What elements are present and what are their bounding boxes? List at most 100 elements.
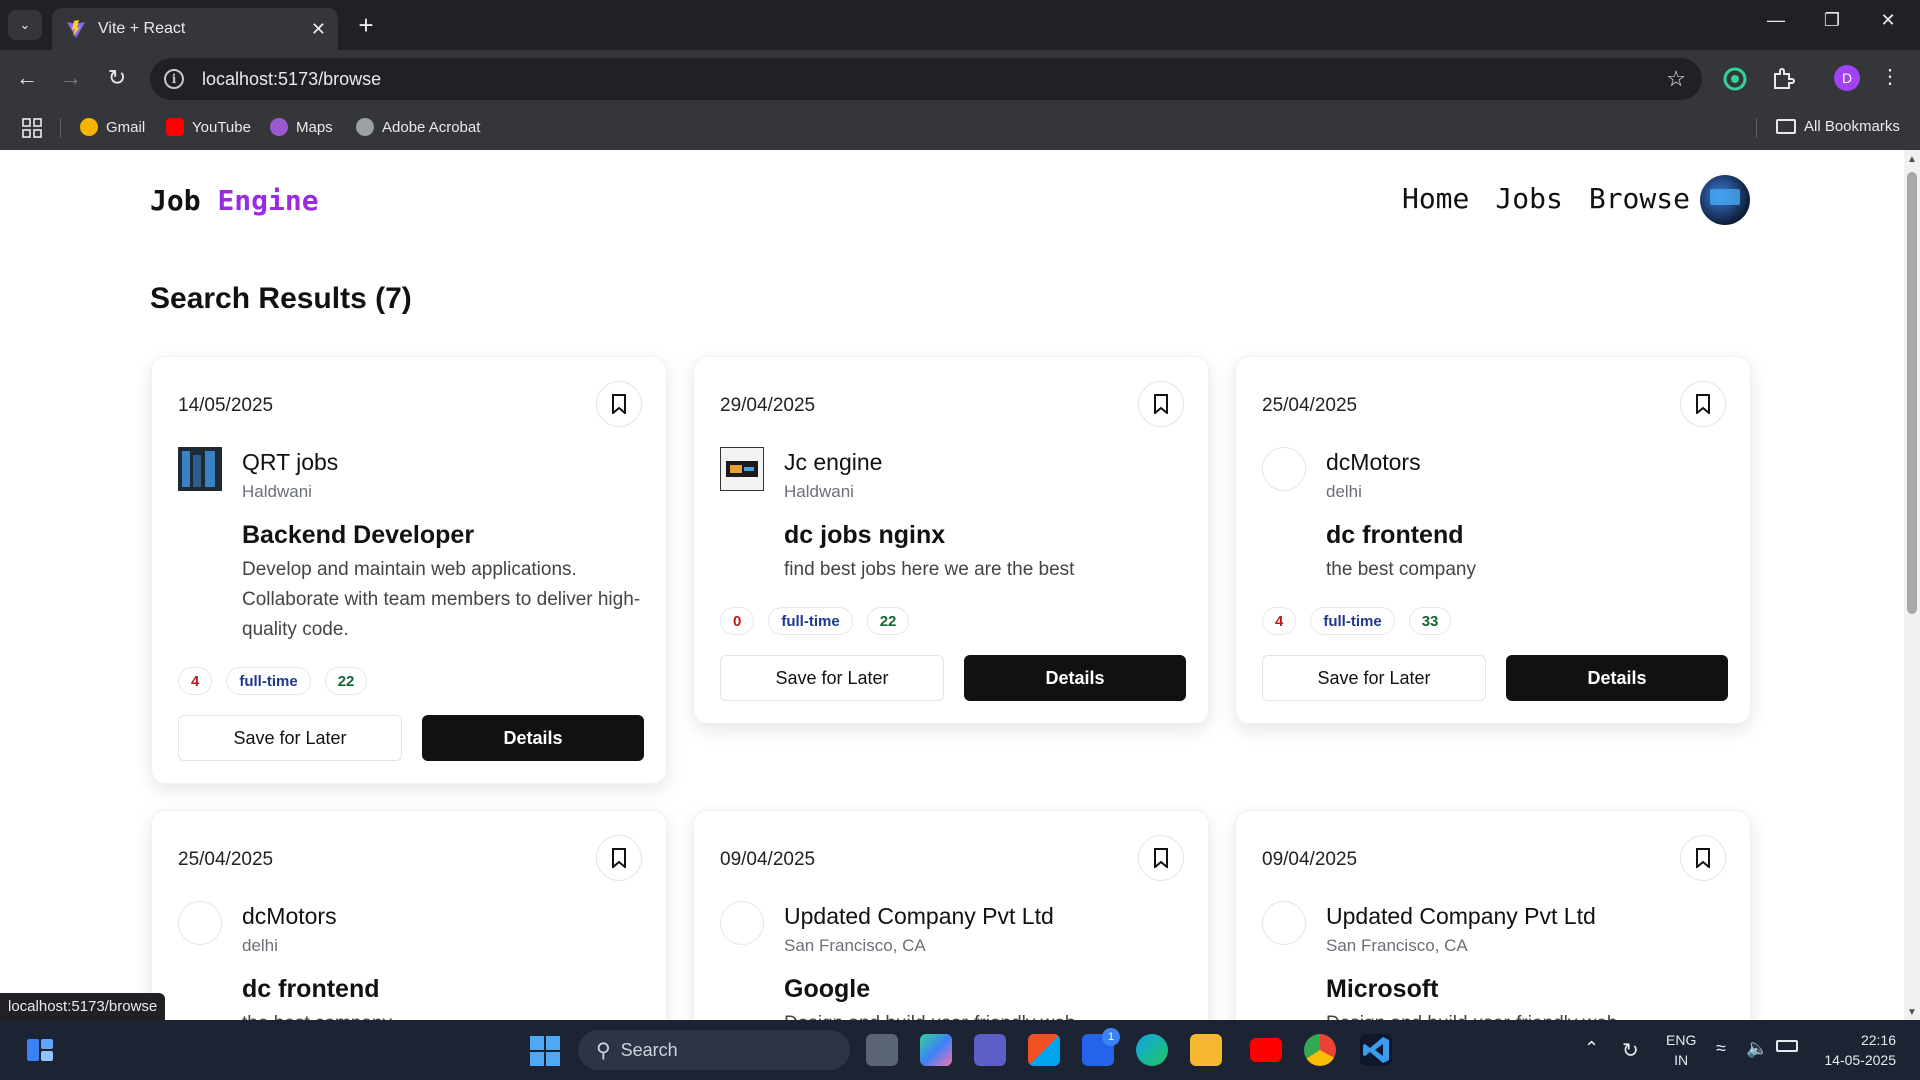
windows-start-icon[interactable] [530,1036,560,1066]
extension-circle-icon[interactable] [1722,66,1748,92]
details-button[interactable]: Details [1506,655,1728,701]
tab-title: Vite + React [98,20,186,37]
task-view-icon[interactable] [866,1034,898,1066]
sync-icon[interactable]: ↻ [1622,1038,1639,1063]
job-date: 25/04/2025 [1262,395,1358,416]
bookmark-button[interactable] [1680,381,1726,427]
bookmark-star-icon[interactable]: ☆ [1666,66,1686,92]
url-text[interactable]: localhost:5173/browse [202,69,381,90]
bookmark-label: Maps [296,118,333,136]
bookmark-button[interactable] [596,381,642,427]
bookmark-maps[interactable]: Maps [270,118,333,136]
forward-button[interactable]: → [56,64,86,94]
site-navbar: Job Engine Home Jobs Browse [150,172,1750,228]
scroll-up-icon[interactable]: ▲ [1907,154,1917,165]
youtube-icon [166,118,184,136]
job-card: 14/05/2025 QRT jobs Haldwani Backend Dev… [151,356,667,784]
reload-button[interactable]: ↻ [102,64,132,94]
bookmark-button[interactable] [596,835,642,881]
bookmark-button[interactable] [1680,835,1726,881]
chrome-icon[interactable] [1304,1034,1336,1066]
system-clock[interactable]: 22:16 14-05-2025 [1818,1030,1896,1070]
tab-strip: ⌄ Vite + React ✕ + — ❐ ✕ [0,0,1920,50]
bookmarks-bar: Gmail YouTube Maps Adobe Acrobat All Boo… [0,106,1920,150]
bookmark-icon [612,848,626,868]
nav-browse[interactable]: Browse [1589,182,1690,215]
bookmark-icon [1696,394,1710,414]
scroll-down-icon[interactable]: ▼ [1907,1007,1917,1018]
vscode-icon[interactable] [1360,1034,1392,1066]
profile-avatar[interactable]: D [1834,65,1860,91]
bookmark-youtube[interactable]: YouTube [166,118,251,136]
save-for-later-button[interactable]: Save for Later [1262,655,1486,701]
minimize-button[interactable]: — [1756,10,1796,31]
link-status-bubble: localhost:5173/browse [0,993,166,1020]
widgets-icon[interactable] [26,1038,54,1062]
company-logo [720,447,764,491]
company-name: Updated Company Pvt Ltd [1326,903,1596,929]
browser-menu-icon[interactable]: ⋮ [1880,64,1900,89]
job-title: Microsoft [1326,975,1439,1003]
youtube-app-icon[interactable] [1250,1038,1282,1062]
file-explorer-icon[interactable] [1190,1034,1222,1066]
close-window-button[interactable]: ✕ [1868,10,1908,31]
restore-button[interactable]: ❐ [1812,10,1852,31]
nav-jobs[interactable]: Jobs [1495,182,1562,215]
language-indicator[interactable]: ENG IN [1666,1030,1696,1070]
clock-date: 14-05-2025 [1824,1052,1896,1068]
bookmark-icon [1696,848,1710,868]
search-results-title: Search Results (7) [150,282,412,315]
company-logo [1262,447,1306,491]
job-date: 09/04/2025 [720,849,816,870]
apps-grid-icon[interactable] [22,118,42,138]
new-tab-button[interactable]: + [352,12,380,40]
bookmark-button[interactable] [1138,835,1184,881]
job-description: Design and build user-friendly web [784,1009,1184,1020]
microsoft-store-icon[interactable] [1028,1034,1060,1066]
details-button[interactable]: Details [422,715,644,761]
site-info-icon[interactable]: i [164,69,184,89]
user-avatar[interactable] [1700,175,1750,225]
job-title: Google [784,975,871,1003]
job-date: 14/05/2025 [178,395,274,416]
bookmark-gmail[interactable]: Gmail [80,118,145,136]
page-scrollbar[interactable]: ▲ ▼ [1904,150,1920,1020]
edge-icon[interactable] [1136,1034,1168,1066]
tray-chevron-icon[interactable]: ⌃ [1584,1038,1599,1059]
salary-badge: 22 [866,607,910,635]
site-logo[interactable]: Job Engine [150,184,319,217]
salary-badge: 22 [324,667,368,695]
wifi-icon[interactable]: ≈ [1716,1038,1726,1059]
linkedin-notification-icon[interactable]: 1 [1082,1028,1120,1066]
taskbar-search[interactable]: ⚲ Search [578,1030,850,1070]
details-button[interactable]: Details [964,655,1186,701]
copilot-icon[interactable] [920,1034,952,1066]
salary-badge: 33 [1408,607,1452,635]
all-bookmarks-button[interactable]: All Bookmarks [1776,118,1900,135]
company-logo [720,901,764,945]
job-type-badge: full-time [768,607,853,635]
vscode-glyph [1363,1037,1389,1063]
positions-badge: 4 [178,667,213,695]
bookmark-icon [612,394,626,414]
job-card: 25/04/2025 dcMotors delhi dc frontend th… [1235,356,1751,724]
close-tab-icon[interactable]: ✕ [311,19,326,40]
extensions-puzzle-icon[interactable] [1770,66,1796,92]
tab-search-button[interactable]: ⌄ [8,10,42,40]
back-button[interactable]: ← [12,64,42,94]
card-actions: Save for Later Details [178,715,644,761]
job-description: Develop and maintain web applications. C… [242,559,641,640]
battery-icon[interactable] [1776,1040,1798,1052]
save-for-later-button[interactable]: Save for Later [178,715,402,761]
browser-tab[interactable]: Vite + React ✕ [52,8,338,50]
bookmark-button[interactable] [1138,381,1184,427]
scrollbar-thumb[interactable] [1907,172,1917,614]
logo-text-engine: Engine [217,184,319,217]
save-for-later-button[interactable]: Save for Later [720,655,944,701]
bookmark-adobe-acrobat[interactable]: Adobe Acrobat [356,118,480,136]
address-bar[interactable]: i localhost:5173/browse ☆ [150,58,1702,100]
job-card: 09/04/2025 Updated Company Pvt Ltd San F… [1235,810,1751,1020]
volume-icon[interactable]: 🔈 [1746,1038,1768,1059]
teams-icon[interactable] [974,1034,1006,1066]
nav-home[interactable]: Home [1402,182,1469,215]
